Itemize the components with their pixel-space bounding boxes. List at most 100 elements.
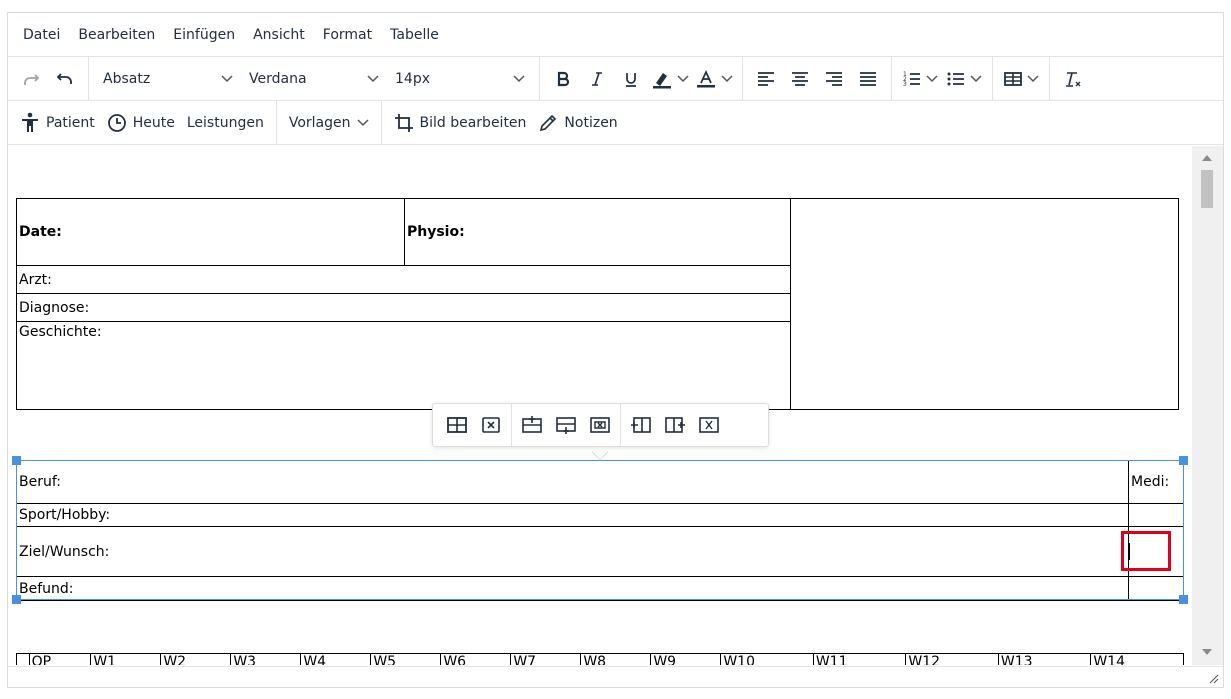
week-header-cell[interactable] [16,653,30,665]
redo-icon [24,73,40,85]
person-icon [22,112,38,132]
insert-column-before-button[interactable] [624,408,658,442]
week-header-cell[interactable]: OP [28,653,92,665]
clock-icon [107,113,126,132]
text-color-button[interactable] [692,62,736,96]
menu-format[interactable]: Format [314,13,381,57]
font-family-select[interactable]: Verdana [241,62,387,96]
vorlagen-button[interactable]: Vorlagen [283,106,375,140]
week-header-cell[interactable]: W10 [720,653,814,665]
align-left-icon [758,71,774,86]
menu-bearbeiten[interactable]: Bearbeiten [69,13,164,57]
diagnose-label: Diagnose: [19,299,90,316]
insert-column-before-icon [631,417,651,433]
date-cell[interactable]: Date: [16,198,405,266]
resize-handle-bottom-left[interactable] [12,595,21,604]
week-header-cell[interactable]: W9 [650,653,722,665]
table-properties-icon [447,417,467,433]
beruf-cell[interactable]: Beruf: [16,460,1129,504]
medi-cell[interactable]: Medi: [1128,460,1184,504]
table-context-toolbar [432,403,769,447]
table-group [993,57,1050,100]
scroll-down-arrow-icon[interactable] [1202,649,1212,655]
align-center-button[interactable] [783,62,817,96]
week-header-cell[interactable]: W11 [812,653,907,665]
medi-cell-2[interactable] [1128,503,1184,527]
week-header-cell[interactable]: W12 [905,653,999,665]
highlight-color-button[interactable] [648,62,692,96]
undo-button[interactable] [48,62,82,96]
menu-tabelle[interactable]: Tabelle [381,13,448,57]
table-properties-button[interactable] [440,408,474,442]
delete-column-button[interactable] [692,408,726,442]
insert-column-after-button[interactable] [658,408,692,442]
bold-button[interactable] [546,62,580,96]
week-header-cell[interactable]: W1 [90,653,162,665]
befund-table[interactable]: Beruf: Medi: Sport/Hobby: Ziel/Wunsch: B… [16,460,1184,601]
insert-row-before-button[interactable] [515,408,549,442]
align-right-icon [826,71,842,86]
week-header-cell[interactable]: W14 [1090,653,1184,665]
delete-table-button[interactable] [474,408,508,442]
sport-cell[interactable]: Sport/Hobby: [16,503,1129,527]
resize-handle-bottom-right[interactable] [1179,595,1188,604]
leistungen-button[interactable]: Leistungen [181,106,270,140]
clear-formatting-button[interactable] [1056,62,1090,96]
redo-button[interactable] [14,62,48,96]
align-right-button[interactable] [817,62,851,96]
patient-button[interactable]: Patient [14,106,101,140]
image-cell[interactable] [790,198,1179,410]
scroll-up-arrow-icon[interactable] [1202,155,1212,161]
geschichte-cell[interactable]: Geschichte: [16,321,791,410]
week-header-cell[interactable]: W7 [510,653,582,665]
document-content[interactable]: Date: Physio: Arzt: Diagnose: Geschichte… [8,146,1193,665]
week-header-cell[interactable]: W2 [160,653,232,665]
insert-column-after-icon [665,417,685,433]
ziel-cell[interactable]: Ziel/Wunsch: [16,526,1129,577]
heute-button[interactable]: Heute [101,106,181,140]
bullet-list-button[interactable] [942,62,986,96]
arzt-cell[interactable]: Arzt: [16,265,791,294]
chevron-down-icon [721,74,733,83]
week-header-cell[interactable]: W8 [580,653,652,665]
delete-row-button[interactable] [583,408,617,442]
header-table[interactable]: Date: Physio: Arzt: Diagnose: Geschichte… [16,198,1179,410]
crop-icon [394,113,413,132]
befund-cell[interactable]: Befund: [16,576,1129,601]
chevron-down-icon [926,74,938,83]
menu-einfuegen[interactable]: Einfügen [164,13,244,57]
week-header-cell[interactable]: W13 [997,653,1092,665]
week-header-cell[interactable]: W3 [230,653,302,665]
notizen-label: Notizen [564,114,618,131]
week-header-cell[interactable]: W6 [440,653,512,665]
font-size-select[interactable]: 14px [387,62,533,96]
underline-button[interactable] [614,62,648,96]
week-header-cell[interactable]: W4 [300,653,372,665]
week-header-cell[interactable]: W5 [370,653,442,665]
svg-text:3: 3 [903,81,907,88]
bild-bearbeiten-button[interactable]: Bild bearbeiten [388,106,533,140]
table-button[interactable] [999,62,1043,96]
resize-grip-icon[interactable] [1209,674,1219,684]
insert-row-after-button[interactable] [549,408,583,442]
align-left-button[interactable] [749,62,783,96]
menu-datei[interactable]: Datei [14,13,69,57]
menu-ansicht[interactable]: Ansicht [244,13,314,57]
italic-button[interactable] [580,62,614,96]
vertical-scrollbar[interactable] [1192,146,1223,665]
numbered-list-button[interactable]: 123 [898,62,942,96]
image-group: Bild bearbeiten Notizen [382,101,630,144]
notizen-button[interactable]: Notizen [532,106,623,140]
diagnose-cell[interactable]: Diagnose: [16,293,791,322]
sport-label: Sport/Hobby: [19,507,111,523]
week-table[interactable]: OP W1 W2 W3 W4 W5 W6 W7 W8 W9 W10 W11 W12 W13 W14 [16,653,1184,665]
resize-handle-top-right[interactable] [1179,456,1188,465]
resize-handle-top-left[interactable] [12,456,21,465]
scrollbar-thumb[interactable] [1201,170,1213,208]
pencil-icon [540,114,557,131]
block-format-select[interactable]: Absatz [95,62,241,96]
physio-cell[interactable]: Physio: [404,198,791,266]
justify-button[interactable] [851,62,885,96]
text-style-group [540,57,743,100]
medi-cell-4[interactable] [1128,576,1184,601]
